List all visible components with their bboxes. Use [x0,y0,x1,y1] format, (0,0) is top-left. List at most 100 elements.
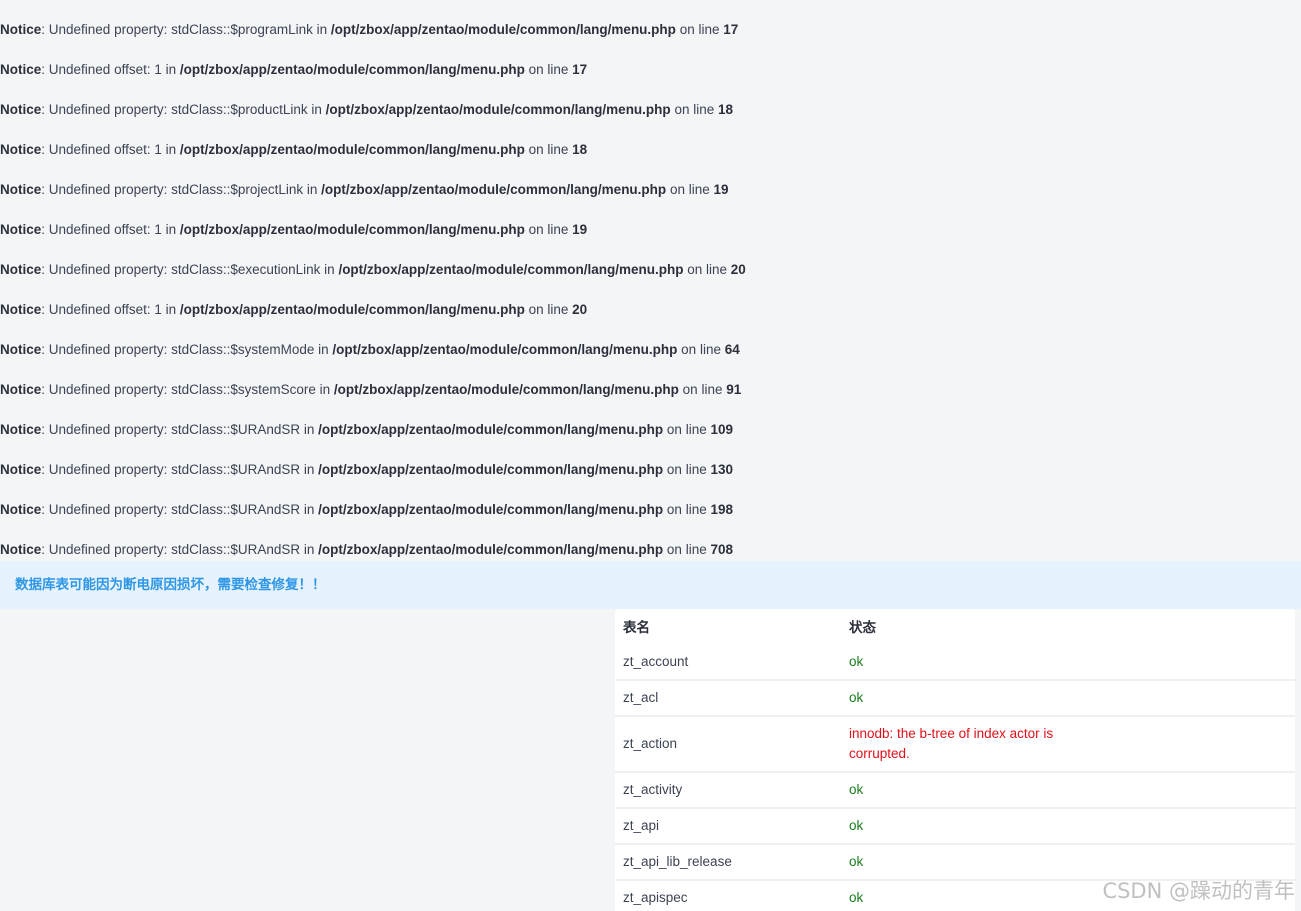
table-name-cell: zt_api [623,818,660,833]
notice-line: Notice: Undefined offset: 1 in /opt/zbox… [0,221,587,239]
notice-line-number: 20 [572,302,588,317]
notice-line-number: 130 [710,462,733,477]
notice-line-number: 708 [710,542,733,557]
notice-message: : Undefined property: stdClass::$URAndSR… [41,462,319,477]
notice-line: Notice: Undefined property: stdClass::$U… [0,541,733,559]
notice-line-number: 64 [724,342,740,357]
table-status-panel: 表名 状态 zt_account ok zt_acl ok zt_action … [615,609,1295,911]
table-header-row: 表名 状态 [615,609,1295,645]
notice-message: : Undefined property: stdClass::$URAndSR… [41,422,319,437]
status-cell: ok [849,854,864,869]
notice-on-line: on line [678,382,727,397]
notice-message: : Undefined property: stdClass::$program… [41,22,331,37]
table-name-cell: zt_apispec [623,890,688,905]
notice-on-line: on line [524,62,573,77]
notice-label: Notice [0,182,42,197]
notice-line: Notice: Undefined property: stdClass::$s… [0,381,741,399]
table-name-cell: zt_account [623,654,689,669]
notice-file-path: /opt/zbox/app/zentao/module/common/lang/… [179,62,525,77]
notice-message: : Undefined offset: 1 in [41,142,180,157]
notice-line-number: 19 [572,222,588,237]
notice-file-path: /opt/zbox/app/zentao/module/common/lang/… [318,542,664,557]
notice-line: Notice: Undefined property: stdClass::$e… [0,261,746,279]
notice-file-path: /opt/zbox/app/zentao/module/common/lang/… [318,422,664,437]
notice-label: Notice [0,142,42,157]
notice-line: Notice: Undefined property: stdClass::$p… [0,101,733,119]
notice-message: : Undefined offset: 1 in [41,302,180,317]
notice-message: : Undefined offset: 1 in [41,62,180,77]
notice-label: Notice [0,422,42,437]
table-row: zt_account ok [615,645,1295,681]
table-name-cell: zt_activity [623,782,683,797]
notice-label: Notice [0,22,42,37]
notice-on-line: on line [683,262,731,277]
status-cell: ok [849,782,864,797]
notice-label: Notice [0,502,42,517]
notice-on-line: on line [524,302,573,317]
notice-message: : Undefined property: stdClass::$systemS… [41,382,334,397]
notice-line-number: 198 [710,502,733,517]
notice-on-line: on line [677,342,725,357]
notice-file-path: /opt/zbox/app/zentao/module/common/lang/… [333,382,679,397]
notice-message: : Undefined property: stdClass::$project… [41,182,322,197]
notice-file-path: /opt/zbox/app/zentao/module/common/lang/… [179,142,525,157]
notice-label: Notice [0,102,42,117]
notice-file-path: /opt/zbox/app/zentao/module/common/lang/… [332,342,678,357]
notice-label: Notice [0,302,42,317]
notice-label: Notice [0,222,42,237]
table-row: zt_activity ok [615,773,1295,809]
notice-file-path: /opt/zbox/app/zentao/module/common/lang/… [318,502,664,517]
notice-line: Notice: Undefined offset: 1 in /opt/zbox… [0,141,587,159]
table-name-cell: zt_acl [623,690,659,705]
table-name-cell: zt_api_lib_release [623,854,732,869]
table-row: zt_acl ok [615,681,1295,717]
notice-line-number: 91 [726,382,742,397]
notice-file-path: /opt/zbox/app/zentao/module/common/lang/… [338,262,684,277]
notice-file-path: /opt/zbox/app/zentao/module/common/lang/… [330,22,676,37]
alert-message: 数据库表可能因为断电原因损坏，需要检查修复！！ [15,577,326,592]
notice-label: Notice [0,542,42,557]
notice-on-line: on line [670,102,718,117]
status-cell-error: innodb: the b-tree of index actor is cor… [849,726,1054,761]
notice-on-line: on line [663,462,711,477]
status-cell: ok [849,690,864,705]
status-cell: ok [849,818,864,833]
table-row: zt_api ok [615,809,1295,845]
notice-line-number: 17 [723,22,739,37]
notice-file-path: /opt/zbox/app/zentao/module/common/lang/… [179,222,525,237]
notice-line-number: 18 [717,102,734,117]
notice-on-line: on line [666,182,714,197]
csdn-watermark: CSDN @躁动的青年 [1102,879,1295,903]
notice-line-number: 17 [572,62,588,77]
notice-message: : Undefined property: stdClass::$systemM… [41,342,333,357]
notice-label: Notice [0,262,42,277]
status-cell: ok [849,654,864,669]
notice-line: Notice: Undefined property: stdClass::$s… [0,341,740,359]
notice-line-number: 109 [710,422,733,437]
notice-label: Notice [0,382,42,397]
notice-line: Notice: Undefined property: stdClass::$U… [0,501,733,519]
notice-line: Notice: Undefined offset: 1 in /opt/zbox… [0,61,587,79]
notice-line-number: 19 [713,182,729,197]
notice-label: Notice [0,342,42,357]
status-cell: ok [849,890,864,905]
notice-on-line: on line [663,542,711,557]
notice-line: Notice: Undefined property: stdClass::$p… [0,181,729,199]
notice-line: Notice: Undefined property: stdClass::$U… [0,461,733,479]
column-header-table-name: 表名 [623,620,650,635]
column-header-status: 状态 [849,620,876,635]
notice-line: Notice: Undefined property: stdClass::$p… [0,21,738,39]
notice-line-number: 18 [572,142,588,157]
notice-file-path: /opt/zbox/app/zentao/module/common/lang/… [179,302,525,317]
notice-on-line: on line [663,502,711,517]
notice-message: : Undefined property: stdClass::$URAndSR… [41,502,319,517]
notice-message: : Undefined property: stdClass::$product… [41,102,326,117]
notice-on-line: on line [675,22,724,37]
notice-message: : Undefined property: stdClass::$URAndSR… [41,542,319,557]
notice-line: Notice: Undefined property: stdClass::$U… [0,421,733,439]
notice-line-number: 20 [730,262,746,277]
notice-file-path: /opt/zbox/app/zentao/module/common/lang/… [318,462,664,477]
notice-on-line: on line [524,222,573,237]
notice-on-line: on line [663,422,711,437]
db-repair-alert: 数据库表可能因为断电原因损坏，需要检查修复！！ [0,561,1301,609]
